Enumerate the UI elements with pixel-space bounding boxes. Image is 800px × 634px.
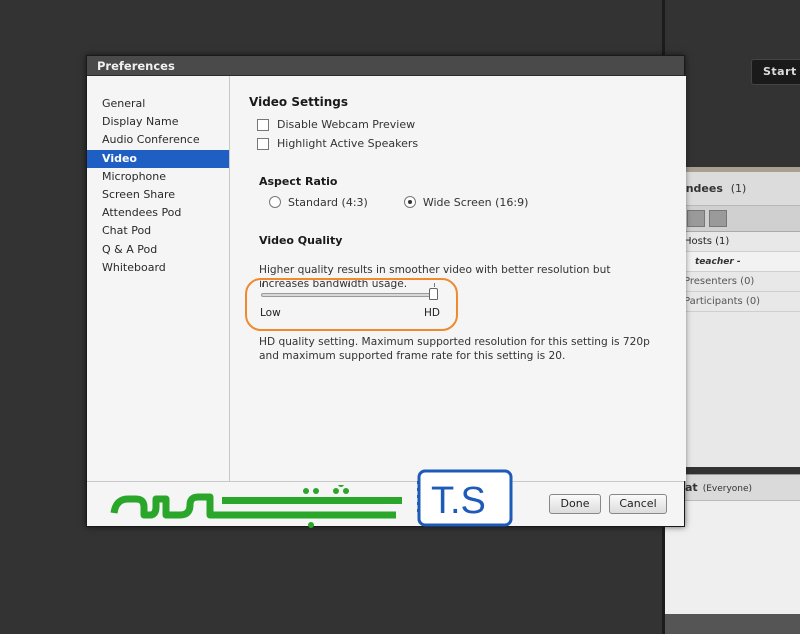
grid-view-icon[interactable] xyxy=(687,210,705,227)
list-view-icon[interactable] xyxy=(709,210,727,227)
disable-webcam-preview-checkbox[interactable] xyxy=(257,118,269,131)
video-quality-title: Video Quality xyxy=(259,234,343,247)
widescreen-radio[interactable] xyxy=(403,196,416,208)
done-button[interactable]: Done xyxy=(549,494,601,514)
ts-logo-text: T.S xyxy=(431,480,486,522)
widescreen-label: Wide Screen (16:9) xyxy=(422,195,529,209)
chat-title: at xyxy=(685,481,698,494)
bottom-strip xyxy=(665,614,800,634)
disable-webcam-preview-option[interactable]: Disable Webcam Preview xyxy=(257,115,686,134)
nav-item-attendees-pod[interactable]: Attendees Pod xyxy=(87,204,229,222)
nav-item-audio-conference[interactable]: Audio Conference xyxy=(87,131,229,149)
chat-scope: (Everyone) xyxy=(702,484,753,494)
video-settings-title: Video Settings xyxy=(249,95,348,109)
nav-item-chat-pod[interactable]: Chat Pod xyxy=(87,222,229,240)
attendees-count: (1) xyxy=(730,182,747,195)
start-meeting-button[interactable]: Start M xyxy=(751,59,800,85)
highlight-active-speakers-checkbox[interactable] xyxy=(257,137,269,150)
slider-highlight-annotation xyxy=(245,278,458,331)
nav-item-microphone[interactable]: Microphone xyxy=(87,168,229,186)
nav-item-video[interactable]: Video xyxy=(87,149,229,168)
highlight-active-speakers-label: Highlight Active Speakers xyxy=(277,137,419,150)
disable-webcam-preview-label: Disable Webcam Preview xyxy=(277,118,416,131)
tehran-server-logo xyxy=(110,485,402,528)
cancel-button[interactable]: Cancel xyxy=(609,494,667,514)
nav-item-screen-share[interactable]: Screen Share xyxy=(87,186,229,204)
standard-label: Standard (4:3) xyxy=(288,195,368,209)
hd-quality-note: HD quality setting. Maximum supported re… xyxy=(259,336,650,362)
aspect-ratio-title: Aspect Ratio xyxy=(259,175,338,188)
dialog-title: Preferences xyxy=(87,56,684,76)
ts-logo: T.S xyxy=(417,469,513,527)
aspect-ratio-options: Standard (4:3) Wide Screen (16:9) xyxy=(269,194,686,210)
highlight-active-speakers-option[interactable]: Highlight Active Speakers xyxy=(257,134,686,153)
nav-item-display-name[interactable]: Display Name xyxy=(87,113,229,131)
nav-item-whiteboard[interactable]: Whiteboard xyxy=(87,259,229,277)
chat-pod: at (Everyone) xyxy=(665,474,800,614)
nav-item-qa-pod[interactable]: Q & A Pod xyxy=(87,241,229,259)
standard-radio[interactable] xyxy=(269,196,281,208)
preferences-sidebar: General Display Name Audio Conference Vi… xyxy=(87,76,230,481)
nav-item-general[interactable]: General xyxy=(87,95,229,113)
